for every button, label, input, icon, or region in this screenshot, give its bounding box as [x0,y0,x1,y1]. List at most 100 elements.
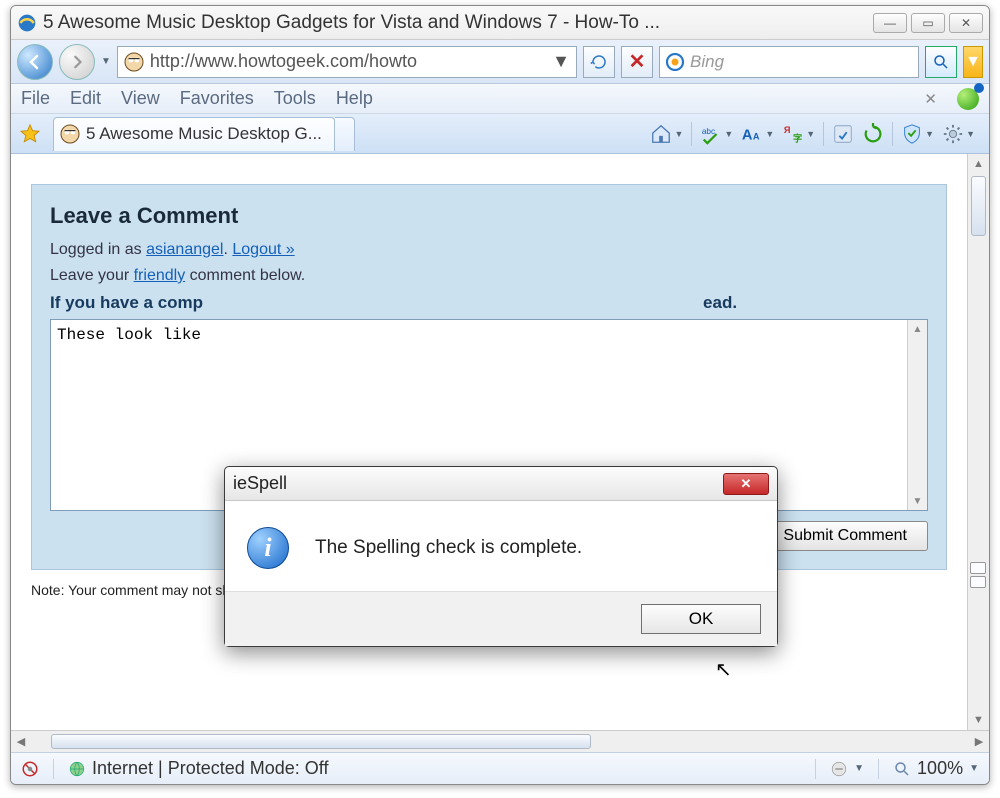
scroll-down-icon[interactable]: ▼ [908,492,927,510]
zoom-control[interactable]: 100% ▼ [893,758,979,779]
back-button[interactable] [17,44,53,80]
address-bar[interactable]: http://www.howtogeek.com/howto ▼ [117,46,577,78]
horizontal-scrollbar[interactable]: ◀ ▶ [11,730,989,752]
zoom-widget-2[interactable] [970,576,986,588]
feeds-icon [832,123,854,145]
submit-comment-button[interactable]: Submit Comment [762,521,928,551]
bold-suffix: ead. [703,293,737,312]
shield-icon [901,123,923,145]
tab-favicon-icon [60,124,80,144]
history-dropdown[interactable]: ▼ [101,56,111,67]
stop-button[interactable]: ✕ [621,46,653,78]
refresh-icon [590,53,608,71]
friendly-link[interactable]: friendly [134,267,186,284]
security-zone[interactable]: Internet | Protected Mode: Off [68,758,328,779]
new-tab-button[interactable] [335,117,355,151]
refresh-all-button[interactable] [858,119,888,149]
dialog-ok-button[interactable]: OK [641,604,761,634]
arrow-left-icon [27,54,43,70]
popup-blocked-indicator[interactable] [21,760,39,778]
maximize-button[interactable]: ▭ [911,13,945,33]
svg-text:A: A [753,131,760,141]
url-dropdown[interactable]: ▼ [552,51,570,72]
star-icon [19,123,41,145]
ie-logo-icon [17,13,37,33]
search-provider-dropdown[interactable]: ▼ [963,46,983,78]
vscroll-up-icon[interactable]: ▲ [968,154,989,174]
content-viewport: Leave a Comment Logged in as asianangel.… [11,154,989,730]
tab-label: 5 Awesome Music Desktop G... [86,124,322,144]
svg-text:Я: Я [784,125,791,135]
dialog-title: ieSpell [233,473,723,494]
dialog-body: i The Spelling check is complete. [225,501,777,591]
close-window-button[interactable]: ✕ [949,13,983,33]
svg-text:字: 字 [793,132,802,143]
logged-in-line: Logged in as asianangel. Logout » [50,241,928,259]
home-icon [650,123,672,145]
tools-button[interactable]: ▼ [938,119,979,149]
vscroll-down-icon[interactable]: ▼ [968,710,989,730]
search-go-button[interactable] [925,46,957,78]
spellcheck-icon: abc [700,123,722,145]
menu-bar: File Edit View Favorites Tools Help ✕ [11,84,989,114]
translate-icon: Я字 [782,123,804,145]
magnifier-icon [932,53,950,71]
titlebar: 5 Awesome Music Desktop Gadgets for Vist… [11,6,989,40]
translate-button[interactable]: Я字 ▼ [778,119,819,149]
leave-prefix: Leave your [50,267,134,284]
privacy-indicator[interactable]: ▼ [830,760,864,778]
zoom-widget-1[interactable] [970,562,986,574]
toolbar-close-icon[interactable]: ✕ [924,90,937,108]
menu-file[interactable]: File [21,88,50,109]
username-link[interactable]: asianangel [146,241,223,258]
dialog-titlebar[interactable]: ieSpell ✕ [225,467,777,501]
page-zoom-widgets [969,562,987,590]
comment-heading: Leave a Comment [50,203,928,229]
home-button[interactable]: ▼ [646,119,687,149]
hscroll-left-icon[interactable]: ◀ [11,735,31,748]
tab-command-bar: 5 Awesome Music Desktop G... ▼ abc ▼ AA … [11,114,989,154]
ie-window: 5 Awesome Music Desktop Gadgets for Vist… [10,5,990,785]
instruction-line: If you have a comp ead. [50,293,928,313]
spellcheck-button[interactable]: abc ▼ [696,119,737,149]
favorites-star-button[interactable] [17,121,43,147]
svg-text:A: A [742,127,753,143]
textarea-scrollbar[interactable]: ▲ ▼ [907,320,927,510]
hscroll-right-icon[interactable]: ▶ [969,735,989,748]
addon-orb-icon[interactable] [957,88,979,110]
active-tab[interactable]: 5 Awesome Music Desktop G... [53,117,335,151]
site-favicon-icon [124,52,144,72]
bing-icon [666,53,684,71]
dialog-close-button[interactable]: ✕ [723,473,769,495]
menu-favorites[interactable]: Favorites [180,88,254,109]
gear-icon [942,123,964,145]
vertical-scrollbar[interactable]: ▲ ▼ [967,154,989,730]
refresh-button[interactable] [583,46,615,78]
svg-text:abc: abc [702,127,715,136]
leave-line: Leave your friendly comment below. [50,267,928,285]
leave-suffix: comment below. [185,267,305,284]
globe-icon [68,760,86,778]
menu-tools[interactable]: Tools [274,88,316,109]
feeds-button[interactable] [828,119,858,149]
refresh-green-icon [862,123,884,145]
info-icon: i [247,527,289,569]
arrow-right-icon [70,55,84,69]
vscroll-thumb[interactable] [971,176,986,236]
safety-button[interactable]: ▼ [897,119,938,149]
search-box[interactable]: Bing [659,46,919,78]
forward-button[interactable] [59,44,95,80]
menu-edit[interactable]: Edit [70,88,101,109]
text-size-icon: AA [741,123,763,145]
hscroll-thumb[interactable] [51,734,591,749]
privacy-icon [830,760,848,778]
scroll-up-icon[interactable]: ▲ [908,320,927,338]
menu-view[interactable]: View [121,88,160,109]
zoom-icon [893,760,911,778]
logout-link[interactable]: Logout » [232,241,294,258]
zone-text: Internet | Protected Mode: Off [92,758,328,779]
bold-prefix: If you have a comp [50,293,203,312]
text-size-button[interactable]: AA ▼ [737,119,778,149]
minimize-button[interactable]: — [873,13,907,33]
menu-help[interactable]: Help [336,88,373,109]
